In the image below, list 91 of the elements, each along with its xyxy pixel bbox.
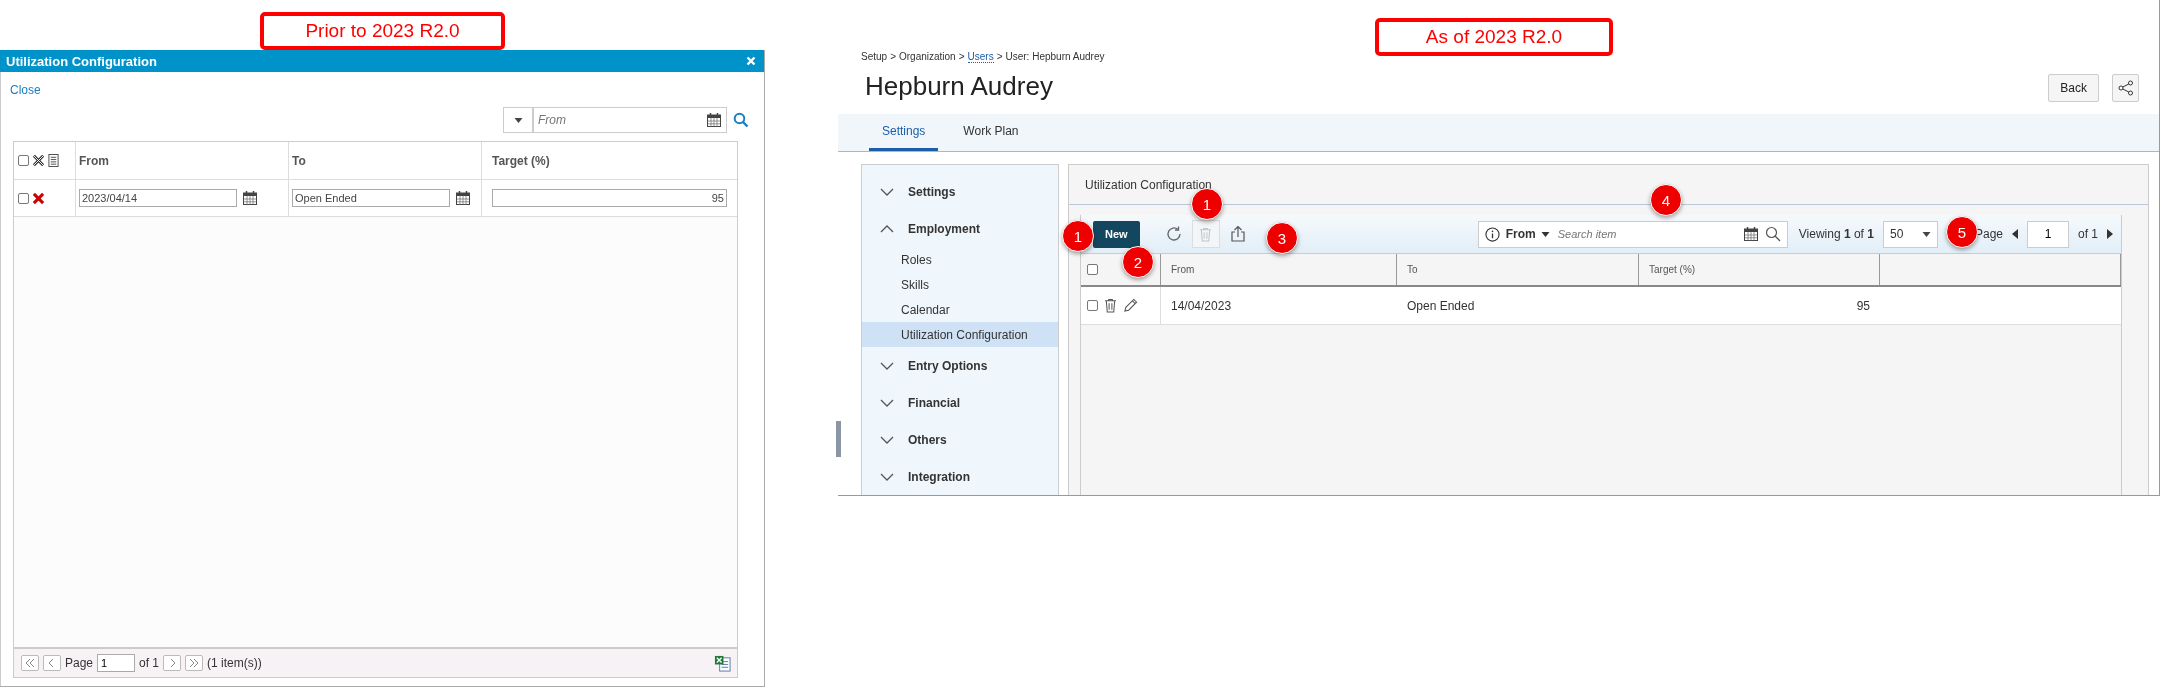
breadcrumb-item: Organization bbox=[899, 51, 956, 63]
previous-page-button[interactable] bbox=[43, 655, 61, 671]
chevron-down-icon bbox=[880, 435, 894, 444]
next-page-button[interactable] bbox=[163, 655, 182, 671]
item-count: (1 item(s)) bbox=[207, 656, 262, 670]
sidebar-item[interactable]: Skills bbox=[862, 272, 1058, 297]
breadcrumb-separator: > bbox=[958, 51, 965, 63]
annotation-label: Prior to 2023 R2.0 bbox=[260, 12, 505, 50]
sidebar-section[interactable]: Integration bbox=[862, 458, 1058, 495]
export-icon[interactable] bbox=[1228, 225, 1247, 243]
dialog-title: Utilization Configuration bbox=[6, 53, 157, 69]
date-filter-field[interactable]: From bbox=[533, 107, 727, 133]
caret-icon bbox=[1540, 231, 1550, 237]
tab[interactable]: Settings bbox=[869, 114, 939, 151]
sidebar-section[interactable]: Entry Options bbox=[862, 347, 1058, 384]
trash-icon[interactable] bbox=[1104, 298, 1117, 313]
sidebar-item[interactable]: Roles bbox=[862, 247, 1058, 272]
annotation-label: As of 2023 R2.0 bbox=[1375, 18, 1613, 56]
chevron-down-icon bbox=[880, 361, 894, 370]
page-size-dropdown[interactable]: 50 bbox=[1882, 220, 1938, 248]
table-cell-text: 14/04/2023 bbox=[1170, 297, 1233, 315]
chevron-down-icon bbox=[880, 187, 894, 196]
table-cell-text: 95 bbox=[1855, 297, 1871, 315]
previous-page-icon[interactable] bbox=[2012, 229, 2018, 239]
column-header[interactable]: To bbox=[1397, 254, 1639, 285]
caret-icon bbox=[513, 117, 523, 123]
pencil-icon[interactable] bbox=[1123, 298, 1138, 313]
share-button[interactable] bbox=[2112, 74, 2139, 102]
document-icon[interactable] bbox=[48, 154, 59, 167]
share-icon bbox=[2117, 80, 2134, 96]
breadcrumb-separator: > bbox=[890, 51, 896, 63]
page-label: Page bbox=[65, 656, 94, 670]
close-link[interactable]: Close bbox=[10, 83, 41, 97]
search-field[interactable]: From Search item bbox=[1477, 220, 1788, 248]
delete-icon[interactable] bbox=[32, 154, 45, 167]
breadcrumb-separator: > bbox=[996, 51, 1003, 63]
date-field[interactable]: Open Ended bbox=[292, 189, 450, 207]
calendar-icon[interactable] bbox=[1742, 226, 1759, 242]
chevron-down-icon bbox=[880, 398, 894, 407]
spreadsheet-icon[interactable] bbox=[714, 654, 731, 672]
date-field[interactable]: 2023/04/14 bbox=[79, 189, 237, 207]
viewing-count: Viewing 1 of 1 bbox=[1798, 227, 1874, 241]
trash-icon bbox=[1199, 226, 1213, 242]
caret-icon bbox=[1921, 231, 1931, 237]
tab[interactable]: Work Plan bbox=[950, 114, 1032, 151]
breadcrumb-link[interactable]: Users bbox=[967, 51, 994, 63]
sidebar-section[interactable]: Others bbox=[862, 421, 1058, 458]
double-chevron-right-icon bbox=[189, 658, 200, 668]
column-header: To bbox=[289, 142, 482, 179]
page-title: Hepburn Audrey bbox=[865, 71, 1054, 102]
page-field[interactable]: 1 bbox=[97, 654, 136, 672]
chevron-up-icon bbox=[880, 224, 894, 233]
next-page-icon[interactable] bbox=[2107, 229, 2113, 239]
refresh-icon[interactable] bbox=[1164, 225, 1183, 243]
sidebar-section[interactable]: Settings bbox=[862, 173, 1058, 210]
calendar-icon[interactable] bbox=[706, 112, 722, 128]
sidebar-item[interactable]: Utilization Configuration bbox=[862, 322, 1058, 347]
last-page-button[interactable] bbox=[185, 655, 204, 671]
filter-field-dropdown[interactable]: From bbox=[1505, 227, 1550, 241]
sidebar-section[interactable]: Employment bbox=[862, 210, 1058, 247]
new-button[interactable]: New bbox=[1093, 220, 1140, 248]
search-icon[interactable] bbox=[1764, 226, 1781, 242]
info-icon[interactable] bbox=[1484, 226, 1500, 242]
column-header[interactable]: From bbox=[1161, 254, 1397, 285]
target-field[interactable]: 95 bbox=[492, 189, 727, 207]
column-header: From bbox=[76, 142, 289, 179]
sidebar-item[interactable]: Calendar bbox=[862, 297, 1058, 322]
breadcrumb-item: Setup bbox=[861, 51, 888, 63]
double-chevron-left-icon bbox=[25, 658, 35, 668]
first-page-button[interactable] bbox=[21, 655, 39, 671]
page-count: of 1 bbox=[139, 656, 160, 670]
select-all-checkbox[interactable] bbox=[18, 155, 29, 166]
column-header[interactable]: Target (%) bbox=[1639, 254, 1880, 285]
breadcrumb-item: User: Hepburn Audrey bbox=[1005, 51, 1105, 63]
calendar-icon[interactable] bbox=[242, 190, 258, 206]
search-icon[interactable] bbox=[733, 112, 749, 128]
delete-icon[interactable] bbox=[32, 191, 45, 205]
calendar-icon[interactable] bbox=[455, 190, 471, 206]
row-checkbox[interactable] bbox=[1087, 300, 1098, 311]
collapse-handle[interactable] bbox=[836, 421, 841, 457]
filter-dropdown[interactable] bbox=[503, 107, 533, 133]
chevron-down-icon bbox=[880, 472, 894, 481]
page-count: of 1 bbox=[2078, 227, 2098, 241]
close-icon[interactable] bbox=[746, 56, 756, 66]
table-cell-text: Open Ended bbox=[1406, 297, 1476, 315]
page-field[interactable]: 1 bbox=[2027, 220, 2069, 248]
row-checkbox[interactable] bbox=[18, 192, 29, 204]
select-all-checkbox[interactable] bbox=[1087, 264, 1098, 275]
column-header: Target (%) bbox=[491, 152, 551, 170]
back-button[interactable]: Back bbox=[2048, 74, 2099, 102]
sidebar-section[interactable]: Financial bbox=[862, 384, 1058, 421]
